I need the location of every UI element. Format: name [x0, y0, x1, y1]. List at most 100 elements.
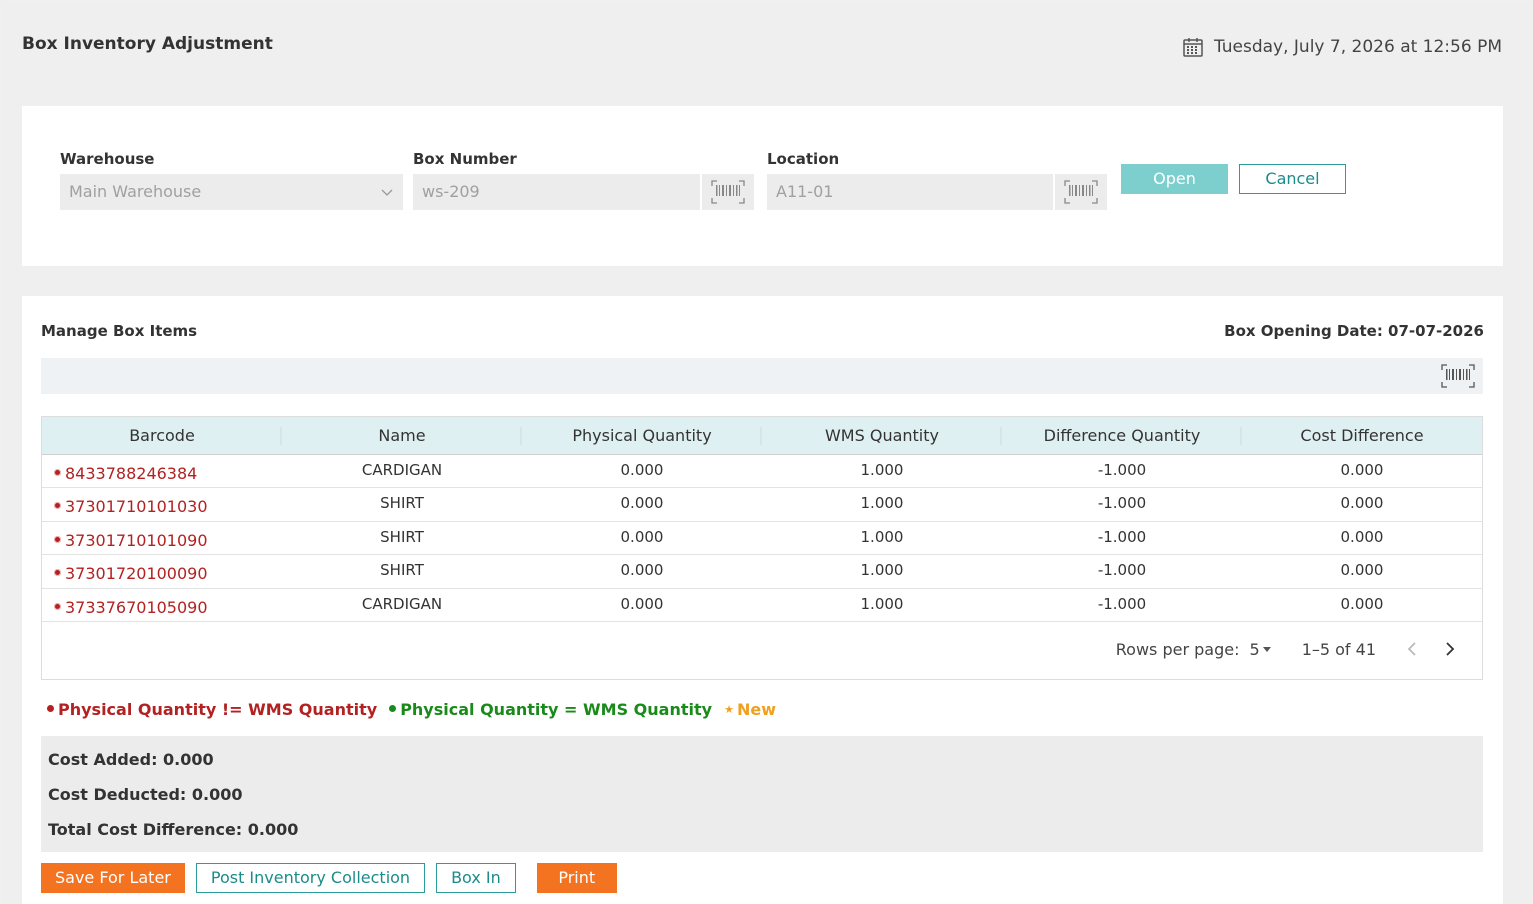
- location-scan-button[interactable]: [1053, 174, 1107, 210]
- current-datetime: Tuesday, July 7, 2026 at 12:56 PM: [1182, 36, 1502, 58]
- barcode-cell[interactable]: 37301720100090: [42, 555, 282, 587]
- legend-mismatch-text: Physical Quantity != WMS Quantity: [58, 700, 378, 719]
- pagination: Rows per page: 5 1–5 of 41: [1116, 637, 1462, 661]
- cancel-button[interactable]: Cancel: [1239, 164, 1346, 194]
- location-label: Location: [767, 150, 840, 168]
- warehouse-select[interactable]: Main Warehouse: [60, 174, 403, 210]
- rows-per-page-select[interactable]: 5: [1250, 640, 1272, 659]
- difference-quantity-cell: -1.000: [1097, 561, 1147, 580]
- mismatch-dot-icon: [47, 705, 54, 712]
- table-header: Barcode Name Physical Quantity WMS Quant…: [42, 417, 1482, 455]
- warehouse-label: Warehouse: [60, 150, 155, 168]
- box-in-button[interactable]: Box In: [436, 863, 516, 893]
- cost-deducted: Cost Deducted: 0.000: [48, 785, 243, 804]
- difference-quantity-cell: -1.000: [1097, 594, 1147, 613]
- barcode-text: 8433788246384: [65, 464, 198, 483]
- column-header-cost-difference[interactable]: Cost Difference: [1242, 417, 1482, 454]
- location-input[interactable]: A11-01: [767, 174, 1053, 210]
- print-button[interactable]: Print: [536, 863, 617, 893]
- barcode-cell[interactable]: 37301710101090: [42, 522, 282, 554]
- match-dot-icon: [389, 705, 397, 712]
- box-opening-date: Box Opening Date: 07-07-2026: [1224, 322, 1484, 340]
- physical-quantity-cell: 0.000: [620, 561, 664, 580]
- wms-quantity-cell: 1.000: [860, 461, 904, 479]
- column-header-wms-quantity[interactable]: WMS Quantity: [762, 417, 1002, 454]
- physical-quantity-cell: 0.000: [620, 594, 664, 613]
- save-for-later-button[interactable]: Save For Later: [41, 863, 185, 893]
- table-row[interactable]: 8433788246384 CARDIGAN 0.000 1.000 -1.00…: [42, 455, 1482, 489]
- page: Box Inventory Adjustment Tuesday, July 7…: [2, 2, 1528, 904]
- calendar-icon: [1183, 38, 1203, 57]
- column-header-barcode[interactable]: Barcode: [42, 417, 282, 454]
- wms-quantity-cell: 1.000: [860, 527, 904, 546]
- box-number-label: Box Number: [413, 150, 517, 168]
- mismatch-dot-icon: [54, 502, 61, 510]
- total-cost-difference: Total Cost Difference: 0.000: [48, 820, 299, 839]
- caret-down-icon: [1262, 647, 1271, 652]
- barcode-text: 37337670105090: [65, 597, 208, 617]
- column-header-difference-quantity[interactable]: Difference Quantity: [1002, 417, 1242, 454]
- mismatch-dot-icon: [54, 602, 61, 610]
- manage-box-items-panel: Manage Box Items Box Opening Date: 07-07…: [22, 296, 1503, 904]
- chevron-right-icon: [1446, 642, 1455, 656]
- name-cell: SHIRT: [380, 527, 424, 546]
- difference-quantity-cell: -1.000: [1097, 461, 1147, 479]
- box-items-table: Barcode Name Physical Quantity WMS Quant…: [41, 416, 1483, 680]
- barcode-cell[interactable]: 37337670105090: [42, 589, 282, 621]
- manage-box-items-title: Manage Box Items: [41, 322, 198, 340]
- box-number-input[interactable]: ws-209: [413, 174, 700, 210]
- cost-difference-cell: 0.000: [1340, 494, 1384, 513]
- box-number-value: ws-209: [422, 182, 480, 201]
- legend-new-text: New: [736, 700, 776, 719]
- barcode-icon: [1441, 364, 1475, 388]
- box-number-scan-button[interactable]: [700, 174, 754, 210]
- column-header-physical-quantity[interactable]: Physical Quantity: [522, 417, 762, 454]
- table-row[interactable]: 37301710101030 SHIRT 0.000 1.000 -1.000 …: [42, 488, 1482, 522]
- physical-quantity-cell: 0.000: [620, 527, 664, 546]
- cost-added: Cost Added: 0.000: [48, 750, 214, 769]
- mismatch-dot-icon: [54, 535, 61, 543]
- cost-difference-cell: 0.000: [1340, 527, 1384, 546]
- name-cell: SHIRT: [380, 494, 424, 513]
- chevron-left-icon: [1407, 642, 1416, 656]
- barcode-cell[interactable]: 37301710101030: [42, 488, 282, 520]
- next-page-button[interactable]: [1438, 637, 1462, 661]
- cost-difference-cell: 0.000: [1340, 561, 1384, 580]
- legend-mismatch: Physical Quantity != WMS Quantity: [47, 700, 377, 719]
- table-row[interactable]: 37337670105090 CARDIGAN 0.000 1.000 -1.0…: [42, 589, 1482, 622]
- post-inventory-collection-button[interactable]: Post Inventory Collection: [195, 863, 426, 893]
- cost-summary: Cost Added: 0.000 Cost Deducted: 0.000 T…: [41, 736, 1483, 852]
- table-row[interactable]: 37301720100090 SHIRT 0.000 1.000 -1.000 …: [42, 555, 1482, 589]
- previous-page-button[interactable]: [1400, 637, 1424, 661]
- legend-match-text: Physical Quantity = WMS Quantity: [400, 700, 713, 719]
- toolbar-scan-button[interactable]: [1441, 364, 1475, 392]
- cost-difference-cell: 0.000: [1340, 461, 1384, 479]
- wms-quantity-cell: 1.000: [860, 561, 904, 580]
- page-title: Box Inventory Adjustment: [22, 34, 273, 54]
- barcode-text: 37301710101090: [65, 530, 208, 550]
- pagination-range: 1–5 of 41: [1301, 639, 1376, 659]
- warehouse-value: Main Warehouse: [69, 182, 202, 201]
- physical-quantity-cell: 0.000: [620, 461, 664, 479]
- legend: Physical Quantity != WMS Quantity Physic…: [47, 700, 776, 719]
- chevron-down-icon: [381, 189, 393, 196]
- physical-quantity-cell: 0.000: [620, 494, 664, 513]
- mismatch-dot-icon: [54, 569, 61, 577]
- name-cell: CARDIGAN: [361, 461, 443, 479]
- datetime-text: Tuesday, July 7, 2026 at 12:56 PM: [1213, 37, 1502, 57]
- barcode-text: 37301720100090: [65, 564, 208, 584]
- rows-per-page-value: 5: [1249, 639, 1260, 659]
- star-icon: ★: [724, 703, 734, 716]
- column-header-name[interactable]: Name: [282, 417, 522, 454]
- legend-new: ★ New: [724, 700, 776, 719]
- table-row[interactable]: 37301710101090 SHIRT 0.000 1.000 -1.000 …: [42, 522, 1482, 556]
- open-button[interactable]: Open: [1121, 164, 1228, 194]
- rows-per-page-label: Rows per page:: [1115, 639, 1240, 659]
- wms-quantity-cell: 1.000: [860, 494, 904, 513]
- name-cell: CARDIGAN: [361, 594, 443, 613]
- difference-quantity-cell: -1.000: [1097, 494, 1147, 513]
- barcode-icon: [1064, 180, 1098, 204]
- legend-match: Physical Quantity = WMS Quantity: [389, 700, 712, 719]
- barcode-cell[interactable]: 8433788246384: [42, 455, 282, 487]
- barcode-icon: [711, 180, 745, 204]
